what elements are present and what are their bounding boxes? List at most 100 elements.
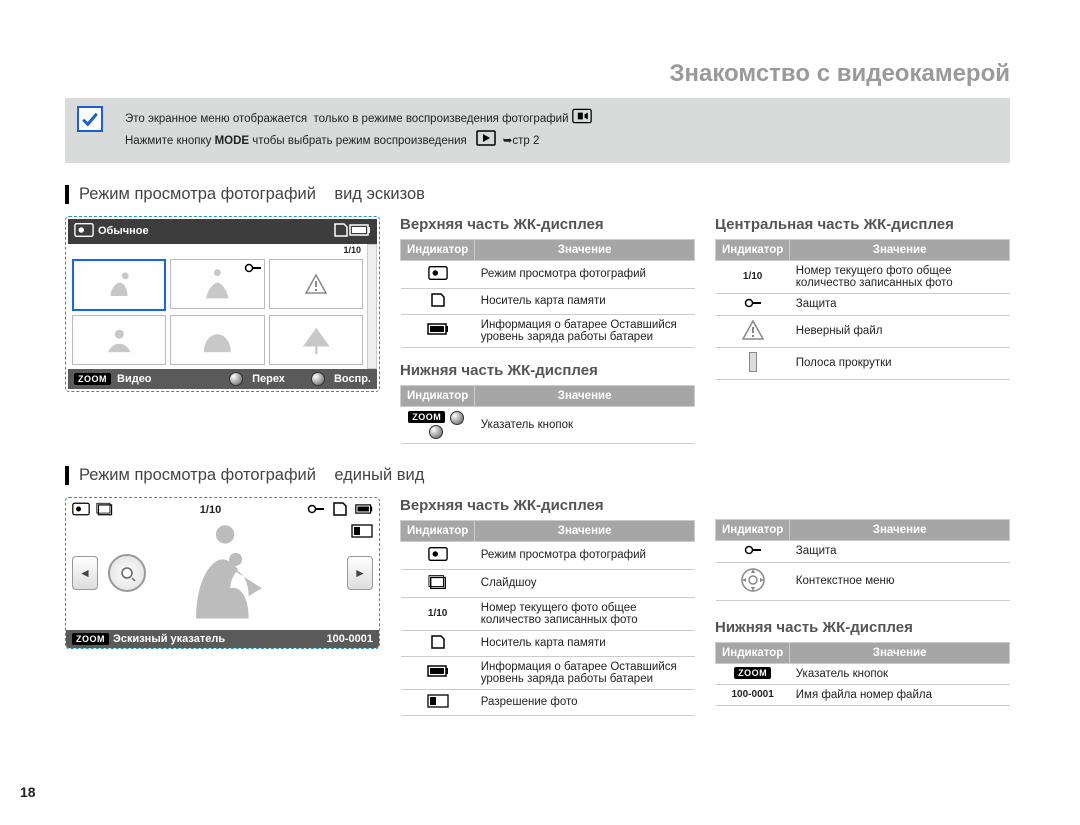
joystick-icon — [429, 425, 443, 439]
table-row: ZOOM Указатель кнопок — [716, 663, 1010, 684]
lcd-mode-label: Обычное — [98, 225, 149, 237]
cell-value: Полоса прокрутки — [790, 347, 1010, 379]
table-row: 1/10 Номер текущего фото общее количеств… — [401, 597, 695, 630]
table-title: Нижняя часть ЖК-дисплея — [715, 619, 1010, 636]
thumbnail-grid — [68, 255, 367, 369]
table-row: ZOOM Указатель кнопок — [401, 406, 695, 443]
table-row: Контекстное меню — [716, 562, 1010, 600]
th-value: Значение — [790, 519, 1010, 540]
cell-value: Контекстное меню — [790, 562, 1010, 600]
file-number: 100-0001 — [327, 633, 374, 645]
cell-value: Разрешение фото — [475, 689, 695, 715]
cell-value: Указатель кнопок — [790, 663, 1010, 684]
cell-value: Защита — [790, 293, 1010, 315]
slideshow-icon — [428, 574, 448, 593]
table-row: Носитель карта памяти — [401, 288, 695, 314]
next-button[interactable]: ► — [347, 556, 373, 590]
cell-value: Имя файла номер файла — [790, 684, 1010, 705]
cell-value: Слайдшоу — [475, 569, 695, 597]
page-ref: стр 2 — [512, 135, 539, 147]
mode-label: MODE — [215, 135, 250, 147]
lcd-top-bar: 1/10 — [66, 498, 379, 523]
lcd-count: 1/10 — [120, 504, 301, 516]
battery-icon — [427, 323, 449, 338]
warning-icon — [742, 320, 764, 340]
scrollbar-icon — [749, 352, 757, 372]
context-menu-button[interactable] — [108, 554, 146, 592]
note-text: только в режиме воспроизведения фотограф… — [314, 113, 569, 125]
lock-icon — [307, 504, 325, 517]
prev-button[interactable]: ◄ — [72, 556, 98, 590]
lcd-thumbnail-screen: Обычное 1/10 — [65, 216, 380, 444]
note-text: Нажмите кнопку — [125, 135, 211, 147]
note-box: Это экранное меню отображается только в … — [65, 98, 1010, 163]
lcd-bottom-play: Воспр. — [334, 373, 371, 385]
cell-indicator: 1/10 — [716, 260, 790, 293]
photo-mode-icon — [74, 222, 94, 241]
cell-value: Номер текущего фото общее количество зап… — [790, 260, 1010, 293]
thumbnail[interactable] — [269, 315, 363, 365]
cell-indicator: 1/10 — [401, 597, 475, 630]
joystick-icon — [229, 372, 243, 386]
thumbnail[interactable] — [72, 259, 166, 311]
cell-value: Режим просмотра фотографий — [475, 260, 695, 288]
table-title: Центральная часть ЖК-дисплея — [715, 216, 1010, 233]
section-title-main: Режим просмотра фотографий — [79, 466, 316, 484]
context-menu-icon — [740, 585, 766, 596]
lcd-count: 1/10 — [68, 244, 367, 255]
cell-value: Носитель карта памяти — [475, 288, 695, 314]
resolution-icon — [427, 694, 449, 711]
thumbnail[interactable] — [72, 315, 166, 365]
table-row: Неверный файл — [716, 315, 1010, 347]
table-row: 100-0001 Имя файла номер файла — [716, 684, 1010, 705]
th-indicator: Индикатор — [401, 239, 475, 260]
check-icon — [77, 106, 103, 132]
indicator-table: Индикатор Значение ZOOM Указатель кнопок… — [715, 642, 1010, 706]
th-value: Значение — [475, 385, 695, 406]
thumbnail[interactable] — [170, 259, 264, 309]
chapter-title: Знакомство с видеокамерой — [65, 60, 1010, 88]
section-heading: Режим просмотра фотографий единый вид — [65, 466, 1010, 485]
cell-value: Неверный файл — [790, 315, 1010, 347]
section-title-sub: единый вид — [334, 466, 424, 484]
photo-play-icon — [572, 108, 592, 130]
indicator-table: Индикатор Значение 1/10 Номер текущего ф… — [715, 239, 1010, 380]
section-heading: Режим просмотра фотографий вид эскизов — [65, 185, 1010, 204]
table-row: Режим просмотра фотографий — [401, 260, 695, 288]
th-indicator: Индикатор — [716, 519, 790, 540]
table-row: Защита — [716, 293, 1010, 315]
indicator-table: Индикатор Значение Режим просмотра фотог… — [400, 239, 695, 348]
warning-icon — [305, 274, 327, 294]
section-title-sub: вид эскизов — [334, 185, 425, 203]
zoom-chip: ZOOM — [72, 633, 109, 645]
lcd-single-view-screen: 1/10 ◄ ► ZOOM Эскизный указатель 100-000… — [65, 497, 380, 716]
cell-value: Информация о батарее Оставшийся уровень … — [475, 314, 695, 347]
zoom-chip: ZOOM — [74, 373, 111, 385]
battery-icon — [349, 224, 371, 239]
note-text: чтобы выбрать режим воспроизведения — [252, 135, 466, 147]
section-title-main: Режим просмотра фотографий — [79, 185, 316, 203]
photo-mode-icon — [72, 502, 90, 519]
cell-value: Носитель карта памяти — [475, 630, 695, 656]
thumbnail[interactable] — [170, 315, 264, 365]
thumbnail-error[interactable] — [269, 259, 363, 309]
scrollbar[interactable] — [367, 244, 377, 369]
cell-value: Номер текущего фото общее количество зап… — [475, 597, 695, 630]
th-value: Значение — [790, 239, 1010, 260]
card-icon — [430, 293, 446, 310]
note-text: Это экранное меню отображается — [125, 113, 307, 125]
th-indicator: Индикатор — [716, 642, 790, 663]
th-indicator: Индикатор — [401, 385, 475, 406]
lock-icon — [244, 262, 262, 276]
table-title: Верхняя часть ЖК-дисплея — [400, 497, 695, 514]
card-icon — [333, 223, 349, 240]
indicator-table: Индикатор Значение Режим просмотра фотог… — [400, 520, 695, 716]
table-row: 1/10 Номер текущего фото общее количеств… — [716, 260, 1010, 293]
lock-icon — [744, 300, 762, 311]
cell-value: Указатель кнопок — [475, 406, 695, 443]
table-row: Разрешение фото — [401, 689, 695, 715]
battery-icon — [355, 502, 373, 519]
lcd-top-bar: Обычное — [68, 219, 377, 244]
table-row: Информация о батарее Оставшийся уровень … — [401, 656, 695, 689]
table-row: Режим просмотра фотографий — [401, 541, 695, 569]
